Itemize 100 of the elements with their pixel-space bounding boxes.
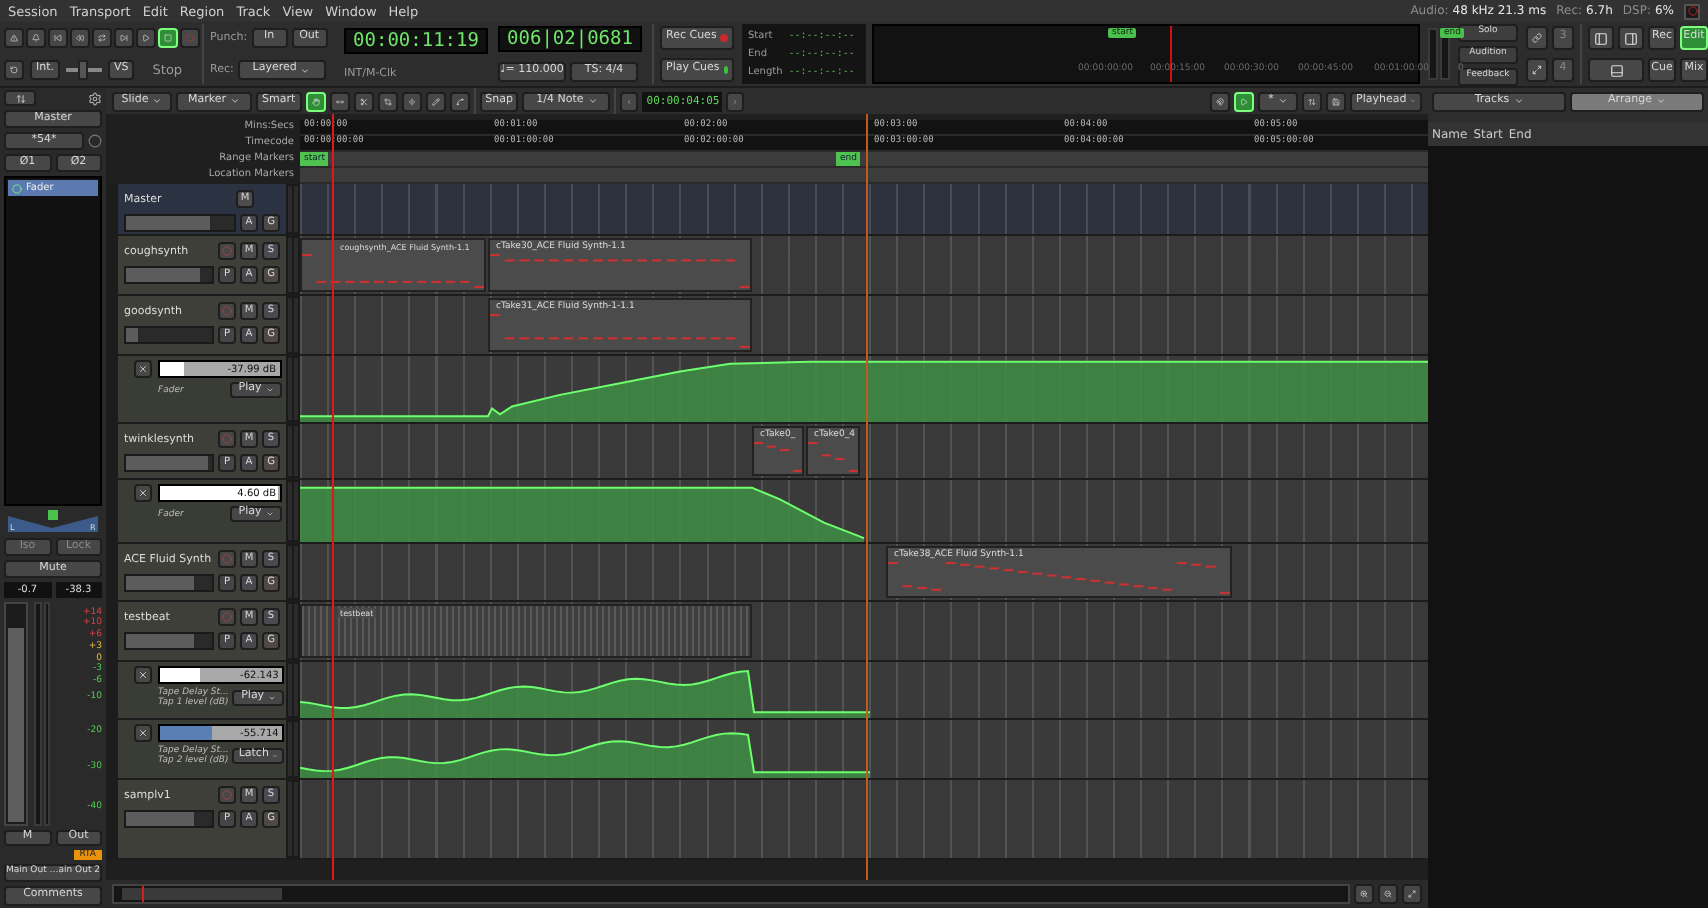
- video-button[interactable]: [1526, 58, 1548, 82]
- warning-icon: [10, 32, 18, 44]
- track-fader[interactable]: [124, 810, 214, 828]
- close-button[interactable]: [134, 666, 152, 684]
- loop-button[interactable]: [92, 28, 112, 48]
- automation-lane[interactable]: [300, 662, 1428, 718]
- stop-icon: [164, 32, 172, 44]
- automation-curve[interactable]: [300, 486, 865, 542]
- audition-tool-button[interactable]: [401, 91, 422, 111]
- return-icon: [10, 64, 18, 76]
- settings-icon: [88, 91, 102, 105]
- magnet-button[interactable]: [1210, 91, 1230, 111]
- track-fader[interactable]: [124, 326, 214, 344]
- follow-button[interactable]: [1234, 91, 1254, 111]
- midi-notes-drawing: [808, 442, 858, 472]
- stop-button[interactable]: [158, 28, 178, 48]
- end-button[interactable]: [114, 28, 134, 48]
- track-fader[interactable]: [124, 632, 214, 650]
- track-fader[interactable]: [124, 454, 214, 472]
- bottom-pane-button[interactable]: [1588, 58, 1644, 82]
- bottom-panel-icon: [1609, 63, 1623, 77]
- track-fader[interactable]: [124, 266, 214, 284]
- arrows-icon: [15, 93, 25, 103]
- automation-lane[interactable]: [300, 720, 1428, 778]
- chevron-down-icon: [230, 96, 240, 106]
- automation-curve[interactable]: [300, 732, 871, 778]
- gain-fader[interactable]: [4, 602, 28, 826]
- strip-width-button[interactable]: [4, 90, 36, 106]
- shrink-tracks-button[interactable]: [1302, 91, 1322, 111]
- save-icon: [1332, 95, 1340, 107]
- loop-icon: [98, 32, 106, 44]
- midi-notes-drawing: [754, 442, 802, 472]
- record-dot-icon: [1687, 6, 1697, 16]
- marker-ruler[interactable]: [300, 168, 1428, 184]
- record-icon: [222, 306, 232, 316]
- zoom-out-icon: [1384, 888, 1392, 900]
- record-icon: [186, 32, 194, 44]
- rewind-icon: [76, 32, 84, 44]
- link-icon: [1532, 32, 1542, 44]
- right-panel-icon: [1624, 31, 1638, 45]
- horizontal-arrows-icon: [335, 95, 344, 107]
- power-icon: [12, 183, 22, 193]
- start-button[interactable]: [48, 28, 68, 48]
- play-button[interactable]: [136, 28, 156, 48]
- record-icon: [222, 554, 232, 564]
- chevron-left-icon: [626, 95, 633, 107]
- arrows-icon: [1308, 95, 1316, 107]
- left-pane-button[interactable]: [1588, 26, 1614, 50]
- automation-curve[interactable]: [300, 670, 871, 718]
- record-icon: [222, 246, 232, 256]
- chevron-down-icon: [1513, 96, 1524, 106]
- vertical-separator-icon: [407, 95, 416, 107]
- return-button[interactable]: [4, 60, 24, 80]
- skip-back-icon: [54, 32, 62, 44]
- primary-clock[interactable]: 00:00:11:19: [344, 28, 488, 55]
- curve-icon: [455, 95, 464, 107]
- bbt-clock[interactable]: 006|02|0681: [498, 26, 642, 53]
- record-icon: [222, 790, 232, 800]
- expand-icon: [1408, 888, 1416, 900]
- record-indicator[interactable]: [1684, 3, 1700, 19]
- chevron-down-icon: [152, 96, 163, 106]
- magnet-icon: [1216, 95, 1224, 107]
- rewind-button[interactable]: [70, 28, 90, 48]
- content-tool-button[interactable]: [449, 91, 470, 111]
- play-icon: [1240, 95, 1248, 107]
- chevron-down-icon: [1655, 96, 1666, 106]
- pencil-icon: [431, 95, 440, 107]
- record-icon: [222, 434, 232, 444]
- window-button[interactable]: [1526, 26, 1548, 50]
- track-fader[interactable]: [124, 574, 214, 592]
- left-panel-icon: [1594, 31, 1608, 45]
- panic-button[interactable]: [4, 28, 24, 48]
- close-button[interactable]: [134, 360, 152, 378]
- zoom-in-button[interactable]: [1354, 884, 1374, 904]
- play-icon: [142, 32, 150, 44]
- grab-tool-button[interactable]: [305, 91, 326, 111]
- right-pane-button[interactable]: [1618, 26, 1644, 50]
- close-button[interactable]: [134, 484, 152, 502]
- chevron-down-icon: [1277, 96, 1288, 106]
- zoom-out-button[interactable]: [1378, 884, 1398, 904]
- track-fader[interactable]: [124, 214, 236, 232]
- metronome-button[interactable]: [26, 28, 46, 48]
- chevron-down-icon: [587, 96, 598, 106]
- crop-icon: [383, 95, 392, 107]
- chevron-down-icon: [300, 65, 311, 75]
- zoom-fit-button[interactable]: [1402, 884, 1422, 904]
- close-button[interactable]: [134, 724, 152, 742]
- scissors-icon: [359, 95, 368, 107]
- record-icon: [222, 612, 232, 622]
- bell-icon: [32, 32, 40, 44]
- circle-icon: [88, 134, 102, 148]
- range-tool-button[interactable]: [329, 91, 350, 111]
- cut-tool-button[interactable]: [353, 91, 374, 111]
- hand-icon: [311, 95, 320, 107]
- playhead-line: [1170, 26, 1172, 82]
- stretch-tool-button[interactable]: [377, 91, 398, 111]
- skip-forward-icon: [120, 32, 128, 44]
- draw-tool-button[interactable]: [425, 91, 446, 111]
- save-button[interactable]: [1326, 91, 1346, 111]
- expand-icon: [1532, 64, 1542, 76]
